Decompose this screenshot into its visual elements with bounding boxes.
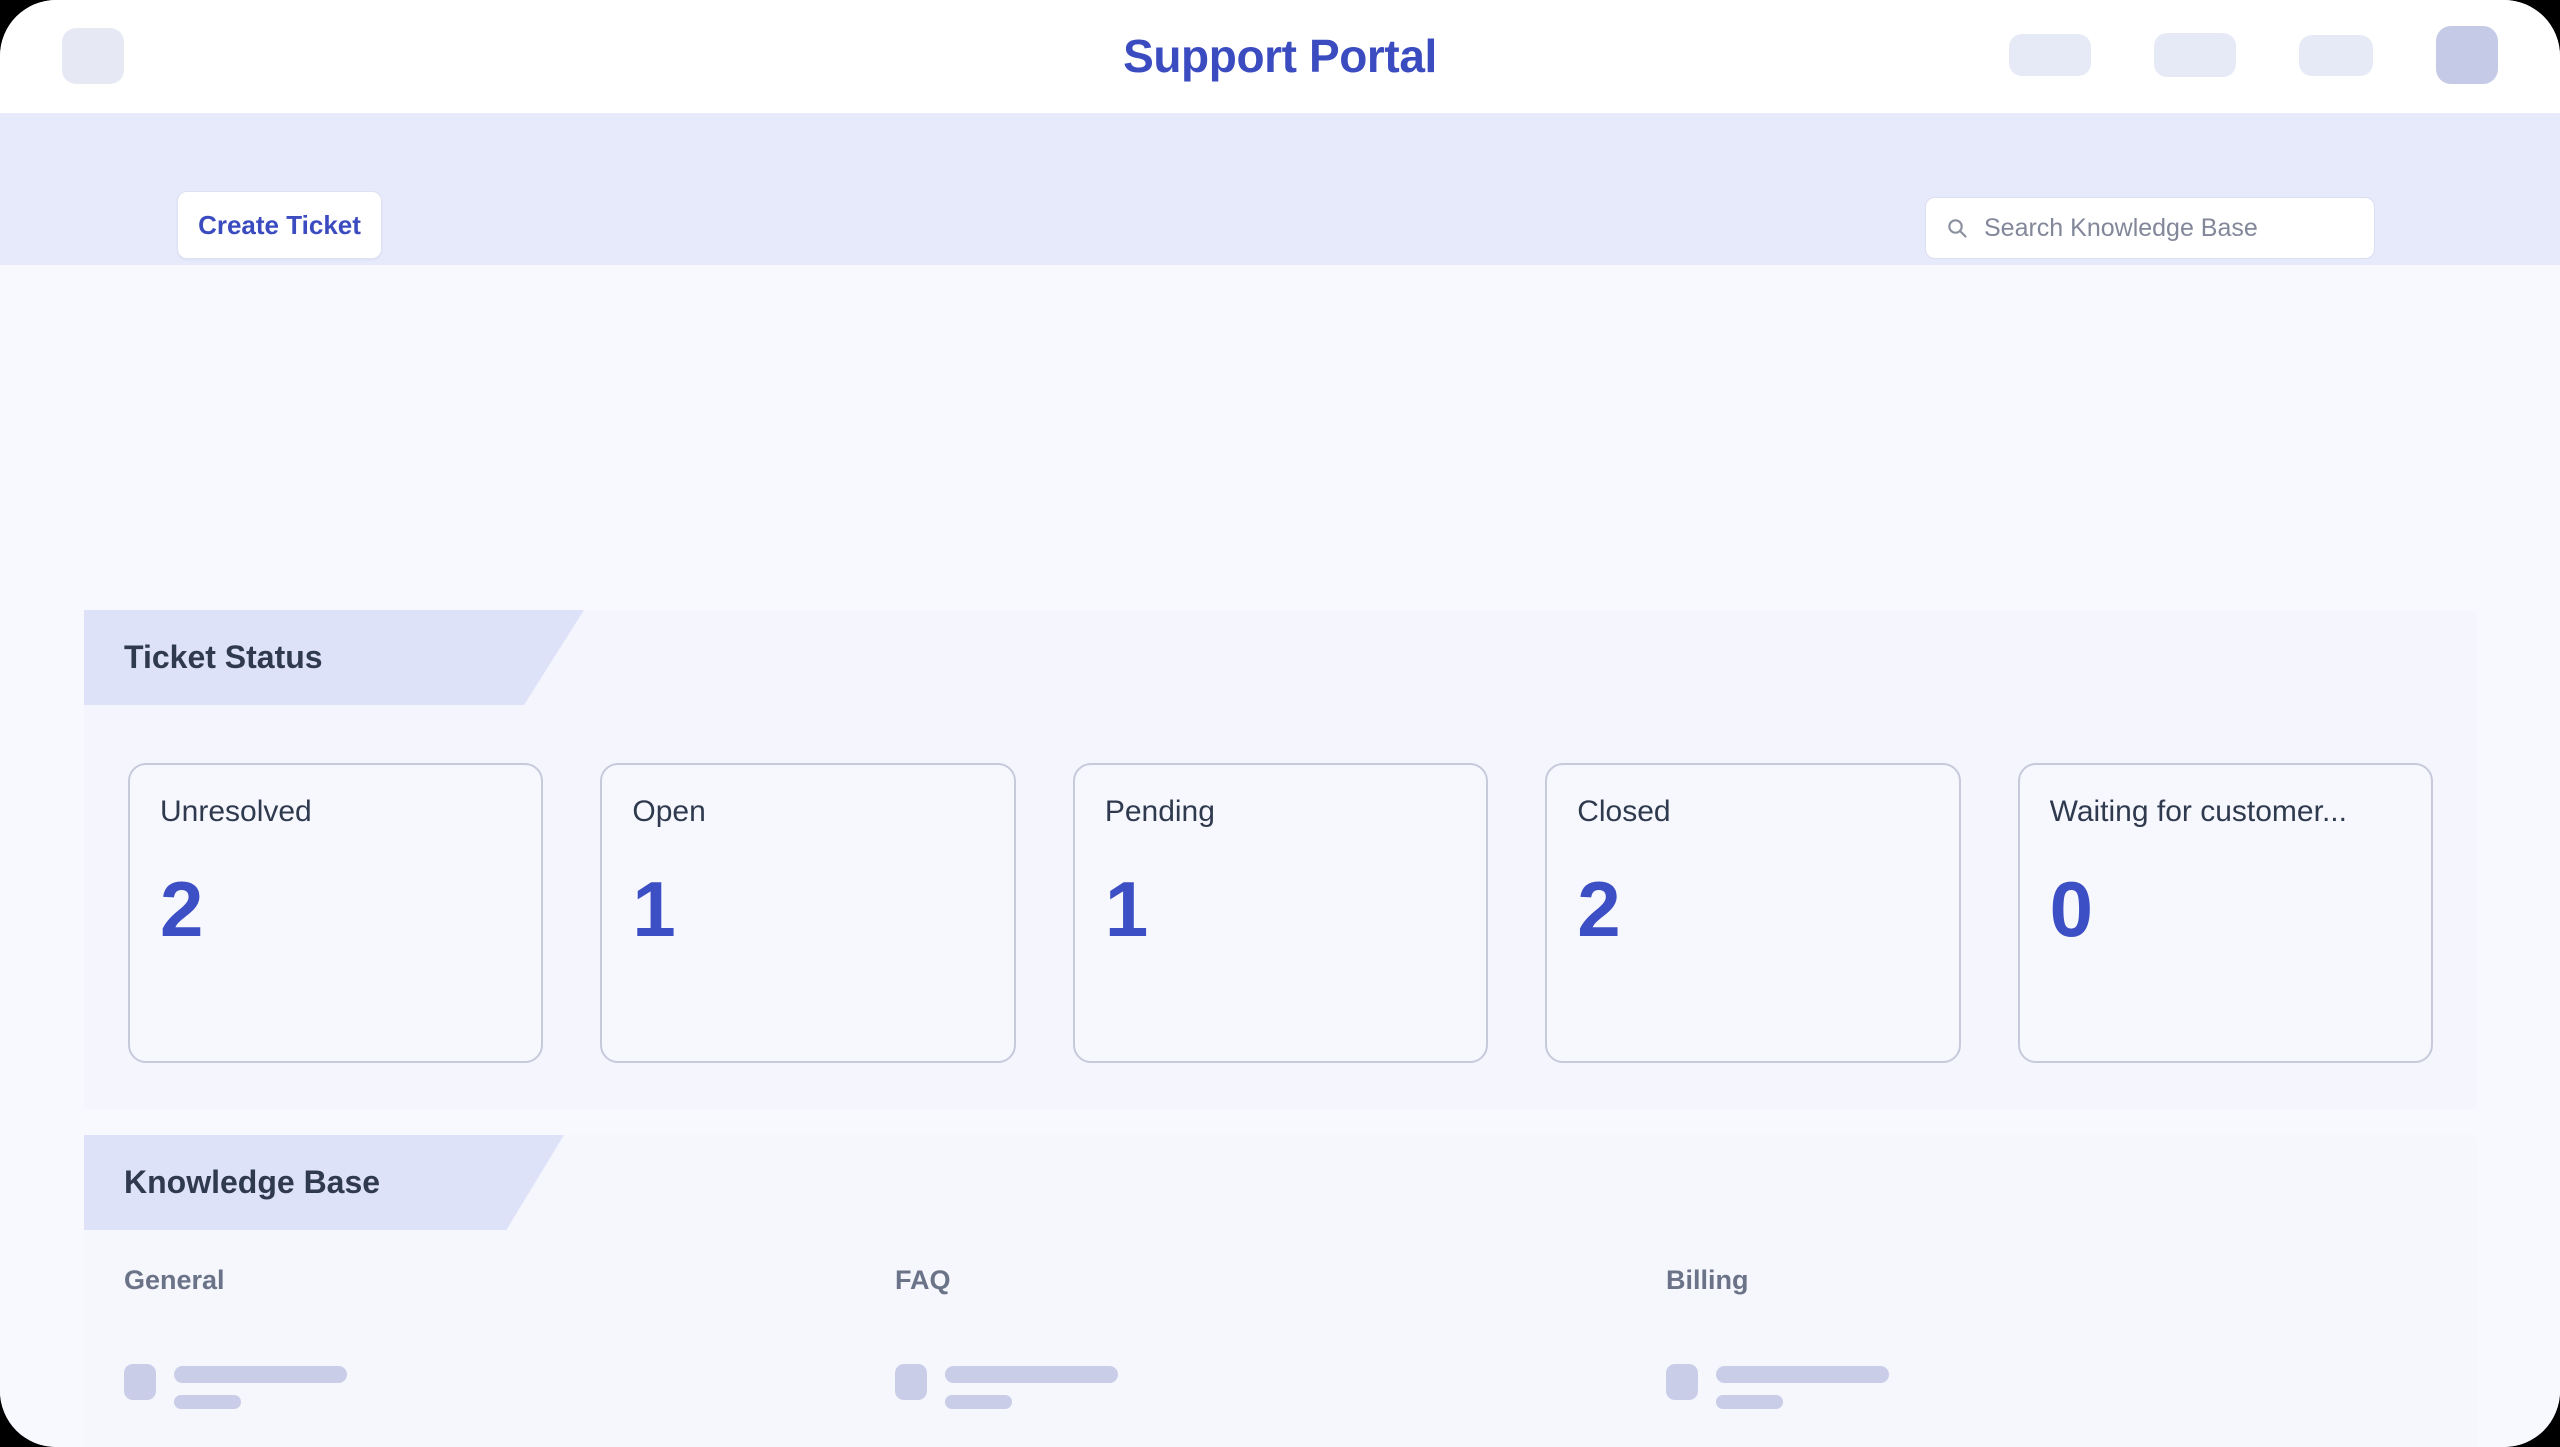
knowledge-base-column-billing: Billing [1665, 1265, 2437, 1447]
status-card-value: 1 [1104, 864, 1149, 953]
status-card-label: Open [632, 795, 706, 828]
main-content: Ticket Status Unresolved 2 Open 1 Pendin… [0, 265, 2560, 1447]
knowledge-base-columns: General FAQ Billing [124, 1265, 2437, 1447]
status-card-value: 0 [2049, 864, 2094, 953]
knowledge-base-column-title: Billing [1665, 1265, 1749, 1295]
knowledge-base-column-general: General [124, 1265, 895, 1447]
status-card-label: Pending [1104, 795, 1215, 828]
status-card-label: Unresolved [160, 795, 312, 828]
header-actions [2009, 26, 2498, 84]
status-card-open[interactable]: Open 1 [600, 763, 1016, 1063]
search-input[interactable] [1984, 213, 2356, 243]
skeleton-line-title [174, 1366, 347, 1383]
list-item-skeleton-lines [944, 1362, 1118, 1409]
avatar-skeleton[interactable] [2436, 26, 2498, 84]
article-icon [124, 1364, 156, 1400]
create-ticket-button[interactable]: Create Ticket [177, 191, 382, 259]
ticket-status-cards: Unresolved 2 Open 1 Pending 1 Closed 2 W… [128, 763, 2434, 1063]
header-skeleton-pill-3[interactable] [2299, 34, 2373, 76]
status-card-value: 1 [632, 864, 676, 953]
knowledge-base-panel: Knowledge Base General FAQ Billing [84, 1135, 2477, 1447]
app-header: Support Portal [0, 0, 2560, 113]
status-card-waiting-for-customer[interactable]: Waiting for customer... 0 [2017, 763, 2434, 1063]
search-knowledge-base-field[interactable] [1925, 197, 2375, 259]
knowledge-base-column-faq: FAQ [894, 1265, 1666, 1447]
status-card-closed[interactable]: Closed 2 [1545, 763, 1961, 1063]
status-card-value: 2 [1577, 864, 1621, 953]
skeleton-line-title [944, 1366, 1118, 1383]
app-window: Support Portal Create Ticket Ticket Stat… [0, 0, 2560, 1447]
article-icon [1665, 1364, 1698, 1400]
ticket-status-panel: Ticket Status Unresolved 2 Open 1 Pendin… [84, 610, 2477, 1110]
status-card-unresolved[interactable]: Unresolved 2 [128, 763, 544, 1063]
knowledge-base-column-title: General [124, 1265, 225, 1295]
toolbar: Create Ticket [0, 113, 2560, 265]
header-skeleton-pill-1[interactable] [2009, 34, 2091, 76]
status-card-value: 2 [160, 864, 204, 953]
header-skeleton-pill-2[interactable] [2154, 33, 2236, 77]
skeleton-line-subtitle [174, 1395, 241, 1409]
status-card-label: Waiting for customer... [2049, 795, 2347, 828]
list-item-skeleton-lines [174, 1362, 347, 1409]
ticket-status-panel-title: Ticket Status [84, 610, 584, 705]
list-item[interactable] [124, 1362, 855, 1409]
list-item[interactable] [894, 1362, 1626, 1409]
knowledge-base-panel-title: Knowledge Base [84, 1135, 564, 1230]
skeleton-line-subtitle [944, 1395, 1012, 1409]
status-card-pending[interactable]: Pending 1 [1072, 763, 1489, 1063]
status-card-label: Closed [1577, 795, 1671, 828]
search-icon [1944, 215, 1970, 241]
skeleton-line-subtitle [1715, 1395, 1783, 1409]
list-item-skeleton-lines [1715, 1362, 1889, 1409]
skeleton-line-title [1715, 1366, 1889, 1383]
knowledge-base-column-title: FAQ [894, 1265, 951, 1295]
article-icon [894, 1364, 927, 1400]
list-item[interactable] [1665, 1362, 2397, 1409]
